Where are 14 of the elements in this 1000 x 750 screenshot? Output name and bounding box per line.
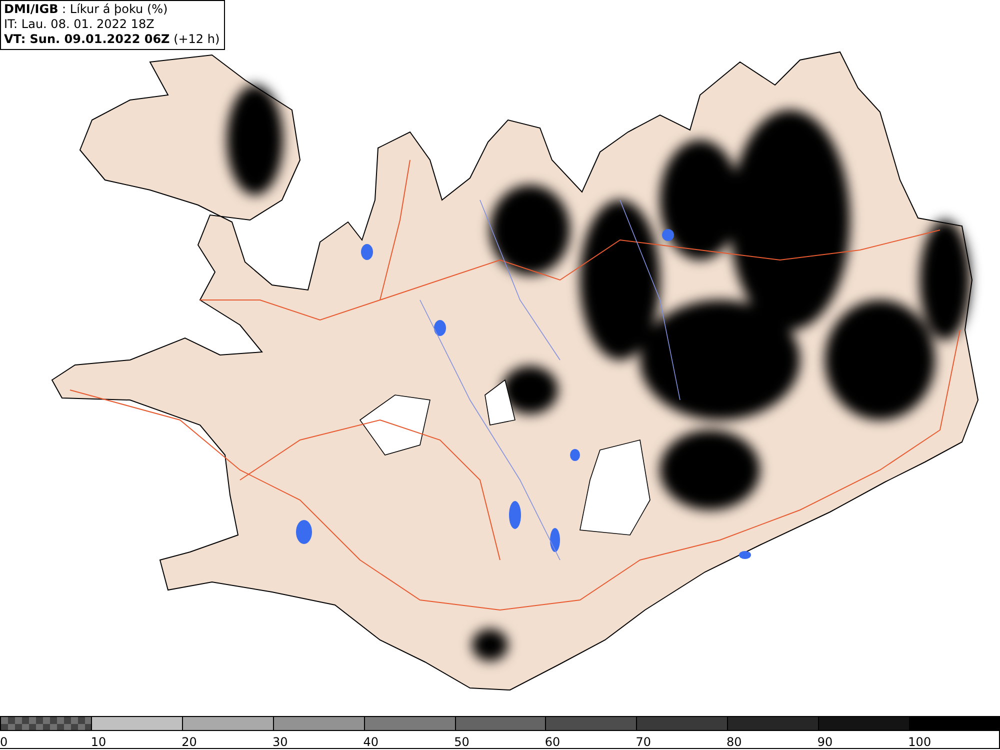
scale-tick-label: 0 [0,735,8,749]
scale-tick-label: 20 [182,735,197,749]
scale-tick-label: 10 [90,735,106,749]
caption-line: DMI/IGB : Líkur á þoku (%) [4,2,169,17]
scale-tick-label: 40 [363,735,379,749]
scale-tick-label: 60 [544,735,560,749]
scale-tick-label: 90 [817,735,833,749]
scale-tick-label: 30 [272,735,288,749]
scale-tick-label: 50 [454,735,470,749]
scale-tick-label: 100 [908,735,932,749]
caption-line: IT: Lau. 08. 01. 2022 18Z [4,17,156,32]
scale-tick-label: 70 [636,735,651,749]
scale-tick-label: 80 [726,735,742,749]
caption-line: VT: Sun. 09.01.2022 06Z (+12 h) [4,32,220,47]
